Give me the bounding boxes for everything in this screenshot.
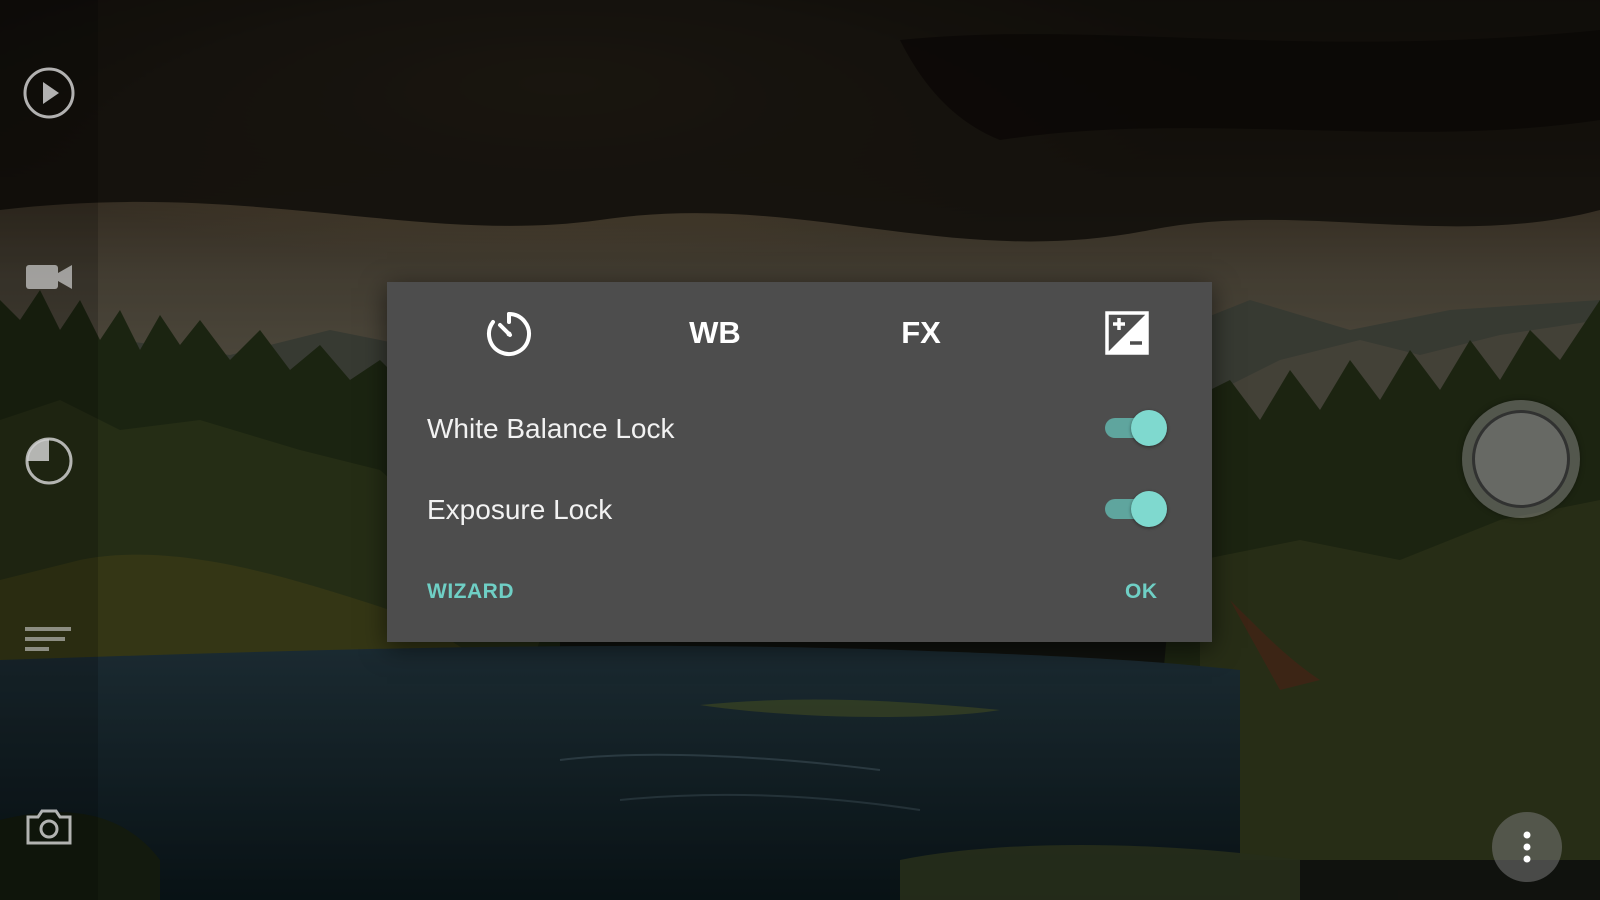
timer-icon <box>487 312 531 356</box>
tab-timer[interactable] <box>469 302 549 364</box>
more-options-button[interactable] <box>1492 812 1562 882</box>
dialog-tab-row: WB FX <box>387 302 1212 364</box>
toggle-thumb <box>1131 491 1167 527</box>
play-icon <box>23 67 75 119</box>
left-toolbar <box>0 0 98 900</box>
camera-settings-dialog: WB FX White Balance Lock Exposure Lock W… <box>387 282 1212 642</box>
pie-icon <box>25 437 73 485</box>
shutter-button[interactable] <box>1462 400 1580 518</box>
setting-row-white-balance-lock: White Balance Lock <box>387 398 1212 458</box>
video-camera-icon <box>26 265 72 289</box>
camera-app: WB FX White Balance Lock Exposure Lock W… <box>0 0 1600 900</box>
hdr-mode-button[interactable] <box>18 430 80 492</box>
tab-exposure[interactable] <box>1087 302 1167 364</box>
white-balance-lock-toggle[interactable] <box>1105 408 1167 448</box>
settings-list-button[interactable] <box>18 610 80 672</box>
video-mode-button[interactable] <box>18 246 80 308</box>
tab-white-balance[interactable]: WB <box>675 302 755 364</box>
camera-icon <box>26 809 72 845</box>
ok-button[interactable]: OK <box>1125 574 1158 610</box>
wizard-button[interactable]: WIZARD <box>427 574 514 610</box>
tab-fx[interactable]: FX <box>881 302 961 364</box>
list-icon <box>25 627 71 651</box>
shutter-inner-ring <box>1472 410 1570 508</box>
setting-row-exposure-lock: Exposure Lock <box>387 479 1212 539</box>
gallery-button[interactable] <box>18 62 80 124</box>
exposure-lock-toggle[interactable] <box>1105 489 1167 529</box>
setting-label: Exposure Lock <box>427 494 613 525</box>
more-vertical-icon <box>1523 831 1531 863</box>
photo-mode-button[interactable] <box>18 796 80 858</box>
setting-label: White Balance Lock <box>427 413 675 444</box>
exposure-plus-minus-icon <box>1105 311 1149 355</box>
toggle-thumb <box>1131 410 1167 446</box>
